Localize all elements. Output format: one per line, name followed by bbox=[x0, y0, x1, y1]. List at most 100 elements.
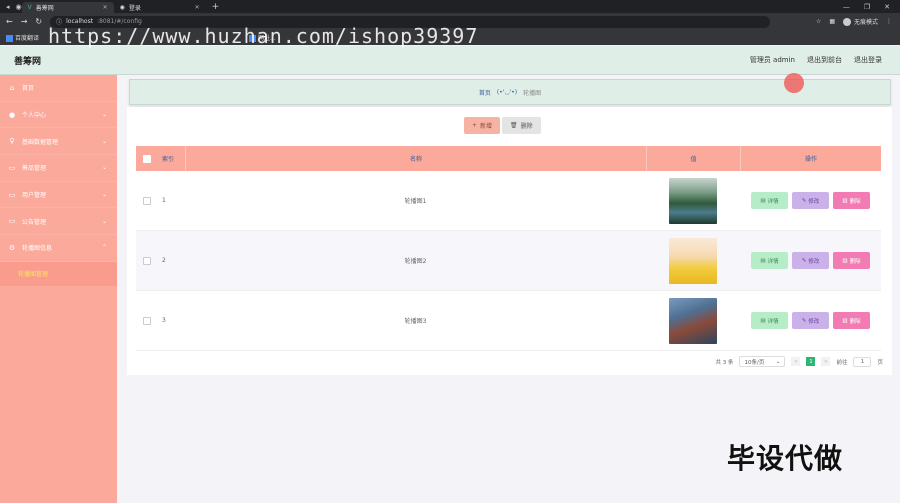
page-size-value: 10条/页 bbox=[744, 359, 765, 366]
edit-button[interactable]: ✎ 修改 bbox=[792, 252, 829, 269]
close-tab-icon[interactable]: ✕ bbox=[103, 4, 108, 11]
back-tab-icon[interactable]: ◂ bbox=[6, 3, 10, 11]
row-index: 1 bbox=[162, 197, 166, 204]
delete-button[interactable]: 🗑 删除 bbox=[502, 117, 541, 134]
delete-button-label: 删除 bbox=[520, 123, 533, 130]
globe-icon: ◉ bbox=[15, 2, 22, 11]
minimize-icon[interactable]: — bbox=[843, 3, 850, 11]
sidebar-subitem-label: 轮播图管理 bbox=[18, 271, 49, 279]
sidebar-subitem-carousel-manage[interactable]: 轮播图管理 bbox=[0, 261, 117, 286]
detail-button[interactable]: ▤ 详情 bbox=[751, 252, 788, 269]
table-row: 3 轮播图3 ▤ 详情 ✎ 修改 ▥ 删除 bbox=[136, 291, 881, 351]
sidebar-item-carousel[interactable]: ⚙ 轮播图信息 ⌃ bbox=[0, 235, 117, 262]
back-to-front-link[interactable]: 退出到前台 bbox=[807, 55, 842, 65]
vue-logo-icon: V bbox=[27, 4, 32, 11]
row-delete-button[interactable]: ▥ 删除 bbox=[833, 192, 870, 209]
extension-icon[interactable]: ▦ bbox=[829, 18, 835, 25]
row-delete-button[interactable]: ▥ 删除 bbox=[833, 252, 870, 269]
delete-label: 删除 bbox=[849, 198, 861, 205]
pagination: 共 3 条 10条/页 ⌄ < 1 > 前往 1 页 bbox=[715, 356, 883, 367]
data-table: 索引 名称 值 操作 1 轮播图1 ▤ 详情 ✎ 修改 ▥ 删除 2 轮播图2 … bbox=[136, 146, 881, 351]
sidebar-item-label: 用户管理 bbox=[22, 192, 47, 200]
page-unit-label: 页 bbox=[877, 359, 883, 366]
edit-button[interactable]: ✎ 修改 bbox=[792, 192, 829, 209]
col-ops: 操作 bbox=[740, 146, 881, 171]
star-icon[interactable]: ☆ bbox=[816, 18, 821, 25]
bookmark-item[interactable]: 百度翻译 bbox=[6, 33, 39, 42]
overlay-caption: 毕设代做 bbox=[727, 442, 844, 475]
chevron-down-icon: ⌄ bbox=[101, 191, 107, 199]
bookmark-label: 百度翻译 bbox=[15, 35, 40, 42]
admin-label: 管理员 admin bbox=[749, 56, 795, 64]
close-tab-icon[interactable]: ✕ bbox=[195, 4, 200, 11]
table-card: + 新增 🗑 删除 索引 名称 值 操作 1 轮播图1 ▤ 详情 ✎ 修改 ▥ … bbox=[127, 107, 892, 375]
sidebar-item-notices[interactable]: ▭ 公告管理 ⌄ bbox=[0, 208, 117, 236]
carousel-image-thumbnail[interactable] bbox=[669, 237, 717, 284]
breadcrumb-separator: (•'◡'•) bbox=[496, 88, 518, 96]
detail-button[interactable]: ▤ 详情 bbox=[751, 192, 788, 209]
row-checkbox[interactable] bbox=[143, 256, 151, 265]
row-checkbox[interactable] bbox=[143, 316, 151, 325]
row-index: 3 bbox=[162, 317, 166, 324]
url-watermark: https://www.huzhan.com/ishop39397 bbox=[48, 24, 479, 48]
home-icon: ⌂ bbox=[9, 83, 15, 92]
carousel-image-thumbnail[interactable] bbox=[669, 297, 717, 344]
col-name: 名称 bbox=[185, 146, 646, 171]
forward-icon[interactable]: → bbox=[21, 17, 28, 26]
chevron-down-icon: ⌄ bbox=[101, 164, 107, 172]
browser-tab-active[interactable]: V 善筹网 ✕ bbox=[21, 2, 114, 13]
next-page-button[interactable]: > bbox=[821, 357, 831, 366]
sidebar-item-profile[interactable]: ● 个人中心 ⌄ bbox=[0, 102, 117, 129]
maximize-icon[interactable]: ❐ bbox=[864, 3, 870, 11]
logout-link[interactable]: 退出登录 bbox=[854, 55, 882, 65]
menu-icon[interactable]: ⋮ bbox=[886, 18, 892, 25]
close-window-icon[interactable]: ✕ bbox=[884, 3, 890, 11]
chevron-down-icon: ⌄ bbox=[101, 217, 107, 225]
detail-label: 详情 bbox=[767, 258, 779, 265]
browser-tab[interactable]: ◉ 登录 ✕ bbox=[114, 2, 206, 13]
detail-button[interactable]: ▤ 详情 bbox=[751, 312, 788, 329]
row-name: 轮播图2 bbox=[404, 258, 427, 265]
add-button[interactable]: + 新增 bbox=[464, 117, 501, 134]
edit-label: 修改 bbox=[808, 258, 820, 265]
detail-label: 详情 bbox=[767, 318, 779, 325]
detail-label: 详情 bbox=[767, 198, 779, 205]
carousel-image-thumbnail[interactable] bbox=[669, 177, 717, 224]
page-number-current[interactable]: 1 bbox=[806, 357, 816, 366]
chevron-down-icon: ⌄ bbox=[775, 358, 781, 365]
row-delete-button[interactable]: ▥ 删除 bbox=[833, 312, 870, 329]
row-checkbox[interactable] bbox=[143, 196, 151, 205]
doc-icon: ▤ bbox=[760, 257, 766, 264]
sidebar-item-products[interactable]: ▭ 筹品管理 ⌄ bbox=[0, 155, 117, 182]
chevron-down-icon: ⌄ bbox=[101, 111, 107, 119]
trash-icon: 🗑 bbox=[510, 122, 518, 129]
edit-button[interactable]: ✎ 修改 bbox=[792, 312, 829, 329]
table-row: 1 轮播图1 ▤ 详情 ✎ 修改 ▥ 删除 bbox=[136, 171, 881, 231]
browser-tab-bar: ◂ ◉ V 善筹网 ✕ ◉ 登录 ✕ + — ❐ ✕ bbox=[0, 0, 900, 13]
reload-icon[interactable]: ↻ bbox=[35, 17, 42, 26]
pagination-total: 共 3 条 bbox=[715, 359, 734, 366]
goto-label: 前往 bbox=[836, 359, 848, 366]
mouse-cursor-highlight bbox=[784, 73, 804, 93]
sidebar-item-home[interactable]: ⌂ 首页 bbox=[0, 75, 117, 102]
page-size-select[interactable]: 10条/页 ⌄ bbox=[739, 356, 786, 367]
breadcrumb-current: 轮播图 bbox=[523, 89, 542, 97]
sidebar-item-label: 公告管理 bbox=[22, 218, 47, 226]
folder-icon: ▭ bbox=[8, 217, 16, 226]
row-name: 轮播图1 bbox=[404, 198, 427, 205]
profile-button[interactable]: 无痕模式 bbox=[842, 17, 878, 26]
sidebar-item-users[interactable]: ▭ 用户管理 ⌄ bbox=[0, 182, 117, 209]
prev-page-button[interactable]: < bbox=[791, 357, 801, 366]
back-icon[interactable]: ← bbox=[6, 17, 13, 26]
folder-icon: ▭ bbox=[8, 190, 16, 199]
doc-icon: ▤ bbox=[760, 317, 766, 324]
new-tab-icon[interactable]: + bbox=[212, 2, 220, 12]
breadcrumb-home[interactable]: 首页 bbox=[479, 88, 491, 97]
goto-page-input[interactable]: 1 bbox=[853, 356, 872, 367]
bookmark-icon bbox=[6, 35, 13, 42]
sidebar-item-base-data[interactable]: ♀ 基础数据管理 ⌄ bbox=[0, 128, 117, 156]
browser-actions: ☆ ▦ 无痕模式 ⋮ bbox=[816, 17, 892, 26]
pencil-icon: ✎ bbox=[801, 257, 807, 264]
select-all-checkbox[interactable] bbox=[143, 154, 151, 163]
sidebar-item-label: 轮播图信息 bbox=[22, 245, 53, 253]
